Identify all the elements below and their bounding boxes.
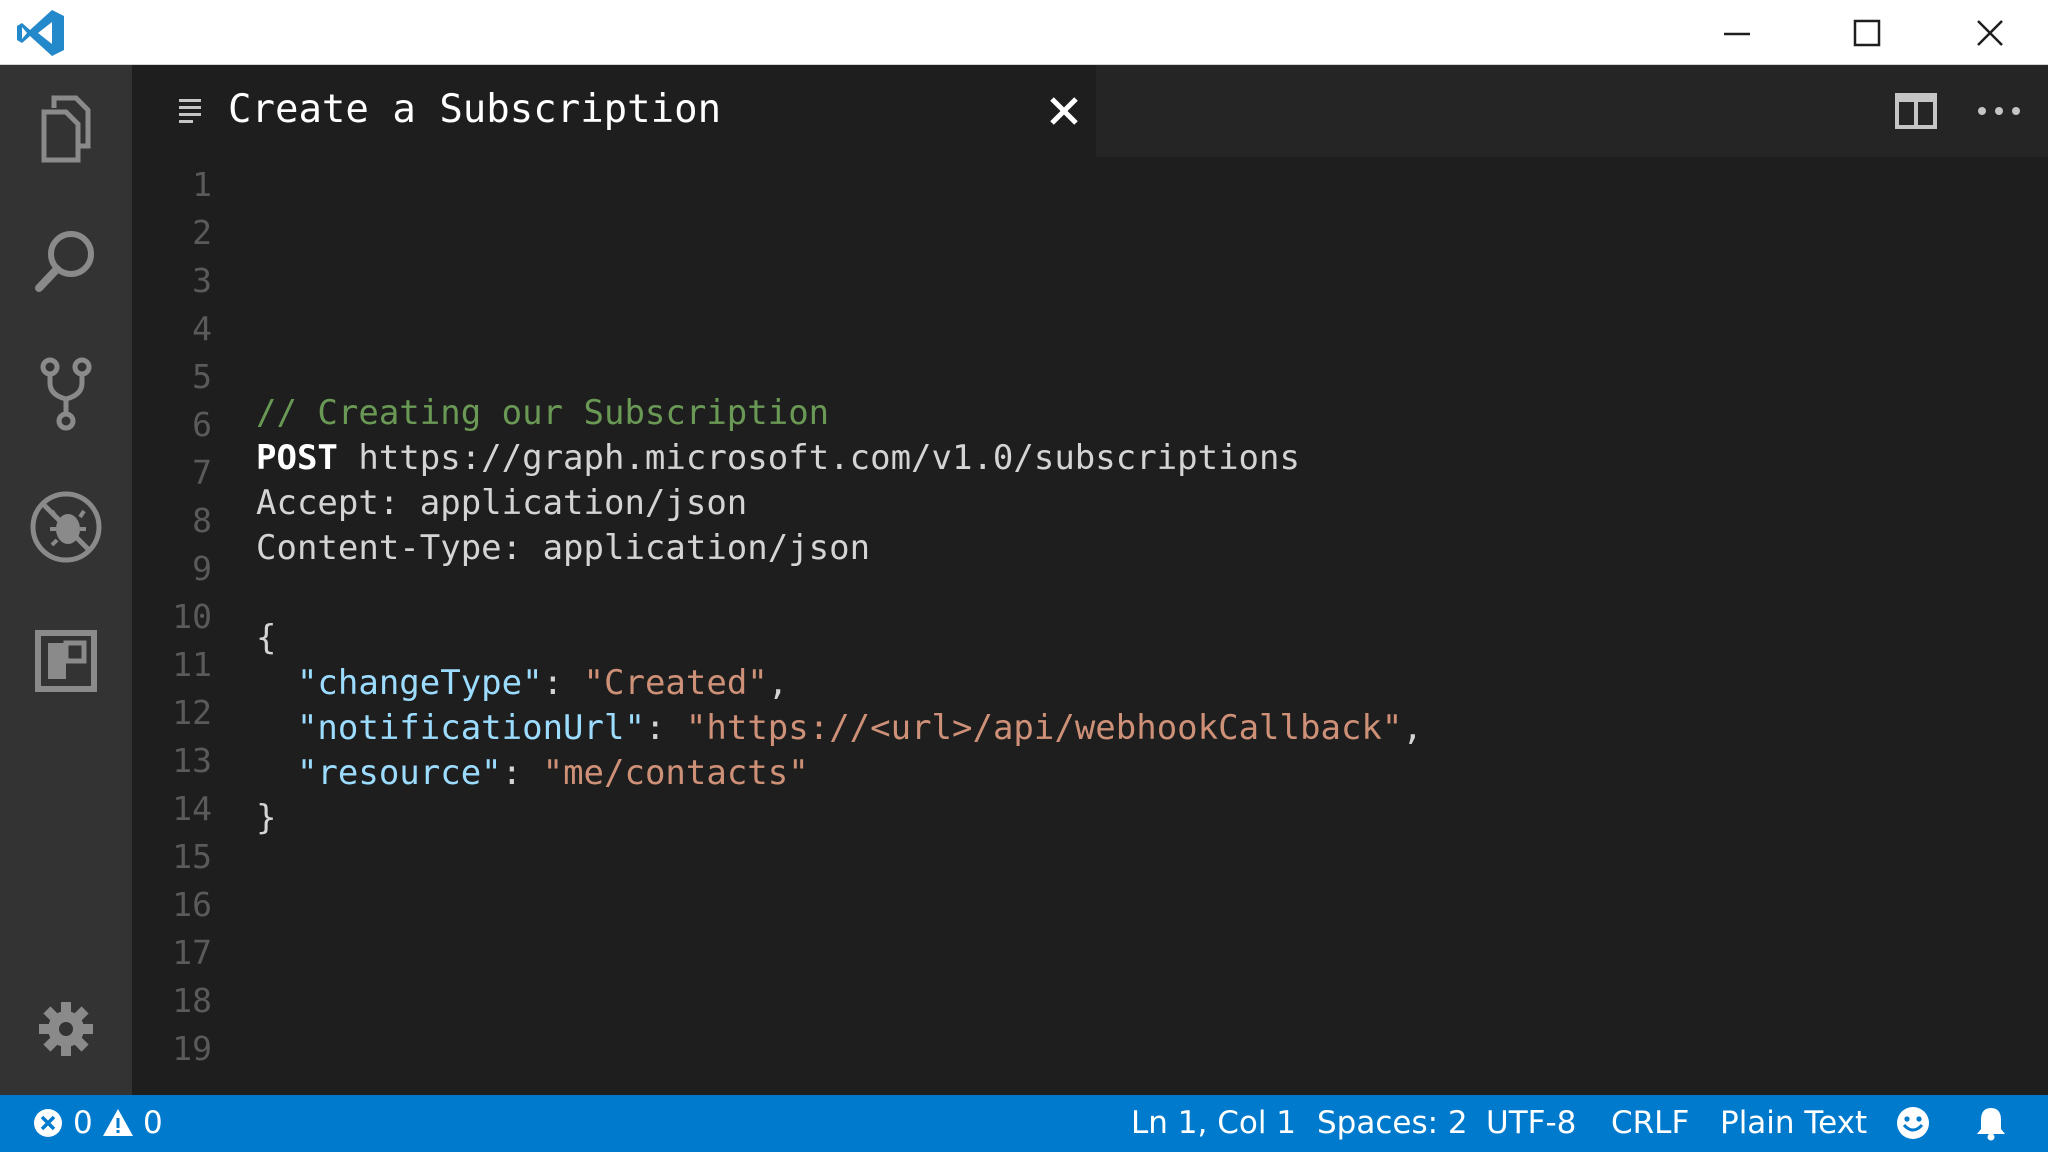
code-comment: // Creating our Subscription — [256, 393, 830, 433]
colon: : — [501, 753, 543, 793]
code-line: "changeType": "Created", — [256, 660, 788, 706]
line-number: 16 — [172, 885, 212, 924]
line-number: 1 — [192, 165, 212, 204]
close-icon — [1977, 19, 2003, 46]
settings-button[interactable] — [22, 985, 110, 1073]
json-key: "resource" — [296, 753, 502, 793]
json-key: "changeType" — [296, 663, 543, 703]
json-string: "me/contacts" — [542, 753, 809, 793]
code-line: "notificationUrl": "https://<url>/api/we… — [256, 705, 1423, 751]
bell-icon[interactable] — [1974, 1105, 2008, 1141]
line-number: 3 — [192, 261, 212, 300]
close-icon[interactable] — [1046, 93, 1082, 129]
line-number: 5 — [192, 357, 212, 396]
code-line: } — [256, 795, 276, 841]
content-type-header: Content-Type: application/json — [256, 528, 871, 568]
line-ending-setting[interactable]: CRLF — [1611, 1095, 1689, 1152]
language-mode[interactable]: Plain Text — [1720, 1095, 1867, 1152]
explorer-icon — [41, 95, 91, 163]
encoding-setting[interactable]: UTF-8 — [1486, 1095, 1576, 1152]
line-number-gutter: 1 2 3 4 5 6 7 8 9 10 11 12 13 14 15 16 1… — [132, 157, 212, 1095]
line-number: 18 — [172, 981, 212, 1020]
activity-bar — [0, 65, 132, 1095]
line-number: 7 — [192, 453, 212, 492]
tab-create-a-subscription[interactable]: Create a Subscription — [132, 65, 1096, 157]
source-control-icon — [40, 357, 92, 431]
comma: , — [767, 663, 789, 703]
open-brace: { — [256, 618, 277, 658]
accept-header: Accept: application/json — [256, 483, 748, 523]
close-window-button[interactable] — [1932, 0, 2048, 65]
debug-button[interactable] — [22, 483, 110, 571]
line-number: 17 — [172, 933, 212, 972]
line-number: 14 — [172, 789, 212, 828]
line-number: 6 — [192, 405, 212, 444]
line-number: 9 — [192, 549, 212, 588]
error-icon[interactable] — [32, 1107, 64, 1139]
line-number: 4 — [192, 309, 212, 348]
smiley-icon[interactable] — [1895, 1105, 1931, 1141]
cursor-position[interactable]: Ln 1, Col 1 — [1131, 1095, 1296, 1152]
line-number: 15 — [172, 837, 212, 876]
json-string: "Created" — [583, 663, 768, 703]
indentation-setting[interactable]: Spaces: 2 — [1317, 1095, 1468, 1152]
line-number: 10 — [172, 597, 212, 636]
minimize-icon — [1724, 32, 1750, 35]
maximize-button[interactable] — [1802, 0, 1932, 65]
code-line: POST https://graph.microsoft.com/v1.0/su… — [256, 435, 1300, 481]
comma: , — [1402, 708, 1423, 748]
maximize-icon — [1853, 19, 1881, 46]
more-actions-icon[interactable] — [1974, 89, 2024, 133]
line-number: 11 — [172, 645, 212, 684]
minimize-button[interactable] — [1672, 0, 1802, 65]
line-number: 8 — [192, 501, 212, 540]
vscode-logo-icon — [14, 6, 68, 60]
extensions-button[interactable] — [22, 617, 110, 705]
search-button[interactable] — [22, 217, 110, 305]
split-editor-icon[interactable] — [1894, 89, 1938, 133]
colon: : — [542, 663, 584, 703]
json-key: "notificationUrl" — [296, 708, 645, 748]
code-line: Accept: application/json — [256, 480, 747, 526]
title-bar — [0, 0, 2048, 65]
gear-icon — [39, 1002, 93, 1056]
error-count[interactable]: 0 — [73, 1095, 93, 1152]
code-line: "resource": "me/contacts" — [256, 750, 809, 796]
debug-icon — [30, 491, 102, 563]
line-number: 12 — [172, 693, 212, 732]
line-number: 13 — [172, 741, 212, 780]
line-number: 2 — [192, 213, 212, 252]
line-number: 19 — [172, 1029, 212, 1068]
colon: : — [644, 708, 686, 748]
code-editor[interactable]: 1 2 3 4 5 6 7 8 9 10 11 12 13 14 15 16 1… — [132, 157, 2048, 1095]
close-brace: } — [256, 798, 277, 838]
warning-count[interactable]: 0 — [143, 1095, 163, 1152]
json-string: "https://<url>/api/webhookCallback" — [685, 708, 1403, 748]
tab-bar: Create a Subscription — [132, 65, 2048, 157]
tab-title: Create a Subscription — [228, 87, 722, 132]
status-bar: 0 0 Ln 1, Col 1 Spaces: 2 UTF-8 CRLF Pla… — [0, 1095, 2048, 1152]
code-line: { — [256, 615, 276, 661]
code-line: // Creating our Subscription — [256, 390, 829, 436]
search-icon — [35, 231, 94, 292]
explorer-button[interactable] — [22, 85, 110, 173]
request-url: https://graph.microsoft.com/v1.0/subscri… — [337, 438, 1300, 478]
extensions-icon — [35, 630, 97, 692]
text-file-icon — [179, 99, 201, 123]
warning-icon[interactable] — [102, 1107, 134, 1139]
code-line: Content-Type: application/json — [256, 525, 870, 571]
http-method: POST — [256, 438, 338, 478]
source-control-button[interactable] — [22, 351, 110, 439]
